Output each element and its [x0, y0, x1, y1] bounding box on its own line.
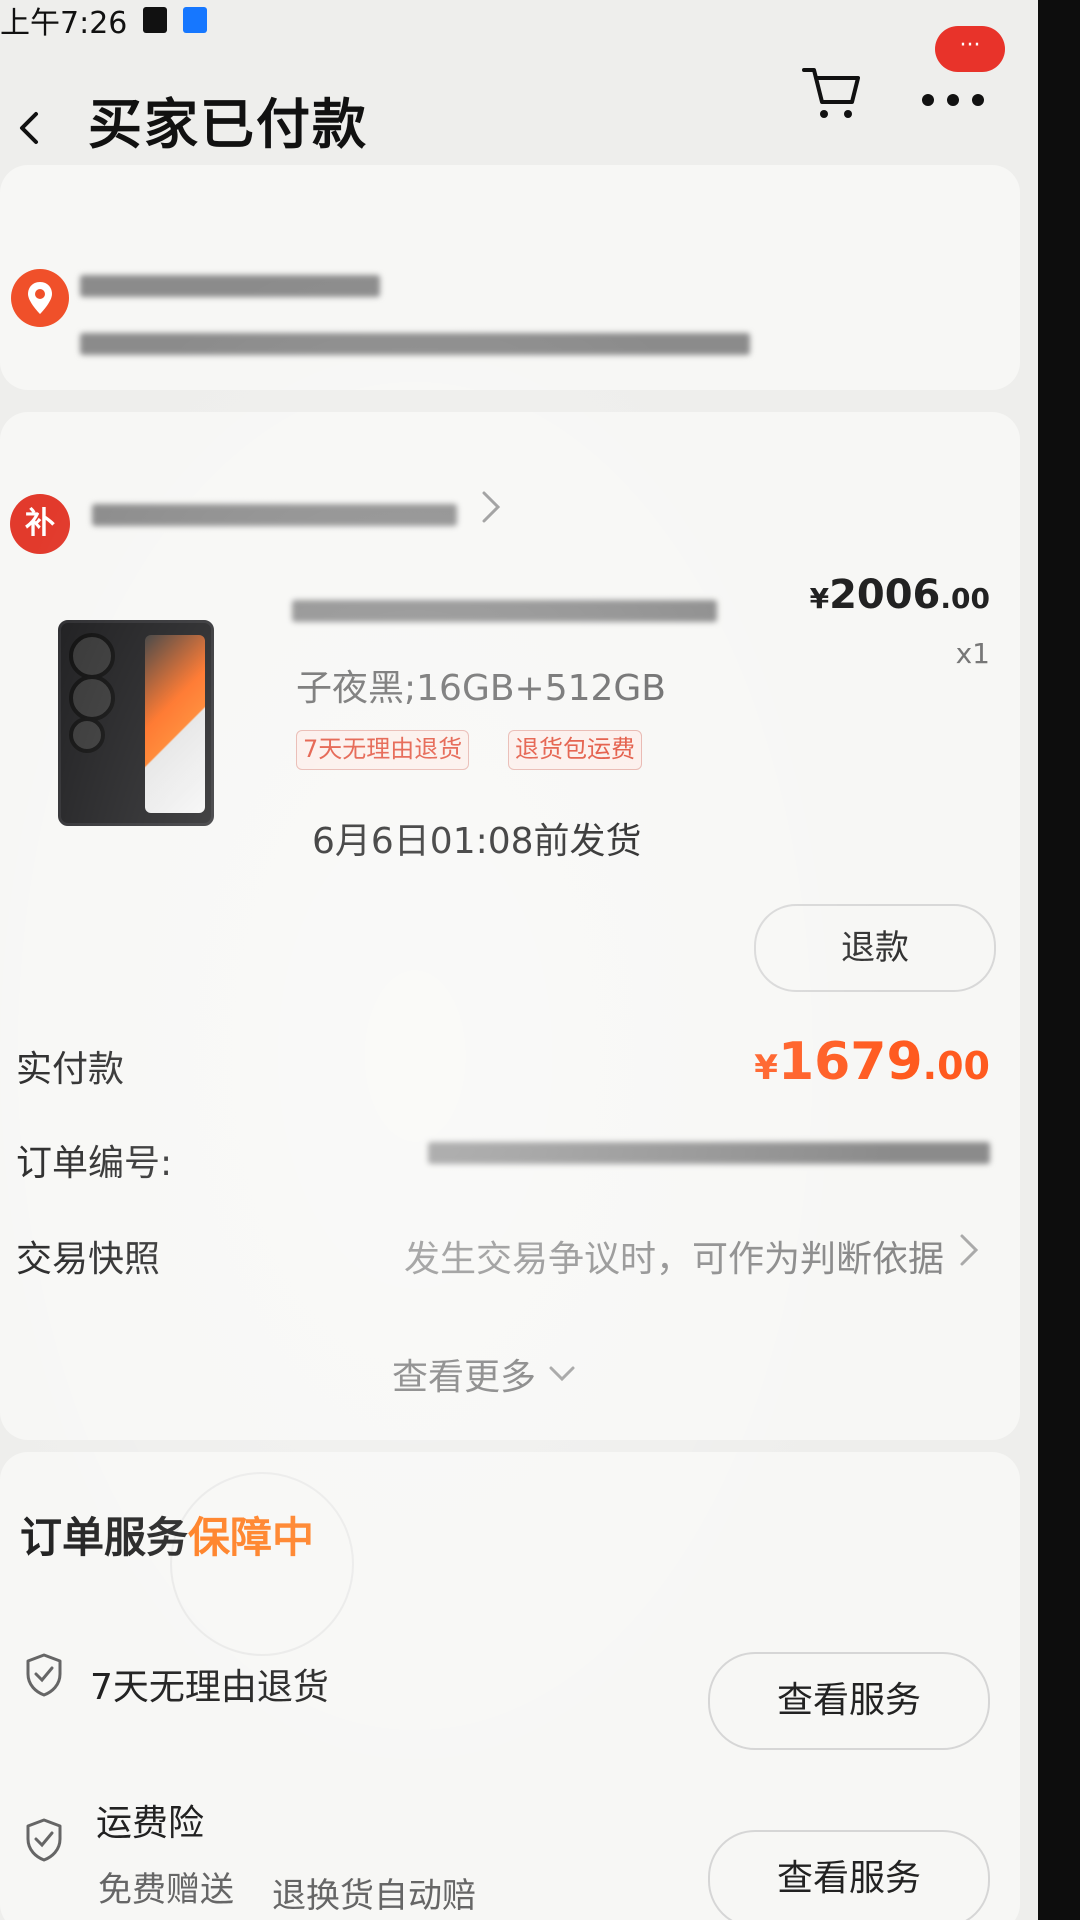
tag-return-shipping: 退货包运费	[508, 730, 642, 770]
status-bar: 上午7:26	[0, 0, 400, 41]
order-detail-screen: 上午7:26 买家已付款 ··· 补 ¥2006.00 x1 子夜黑;16GB+…	[0, 0, 1038, 1920]
product-title-redacted[interactable]	[292, 600, 717, 622]
paid-label: 实付款	[16, 1049, 125, 1090]
address-card[interactable]	[0, 165, 1020, 390]
more-dots-icon[interactable]	[918, 80, 988, 120]
shield-check-icon	[24, 1817, 64, 1863]
service-item-sub: 退换货自动赔	[272, 1876, 476, 1916]
order-card: 补 ¥2006.00 x1 子夜黑;16GB+512GB 7天无理由退货 退货包…	[0, 412, 1020, 1440]
status-time: 上午7:26	[0, 6, 128, 41]
alipay-icon	[183, 7, 208, 33]
nav-bar: 买家已付款 ···	[0, 26, 1038, 180]
service-item-sub: 免费赠送	[98, 1870, 234, 1910]
view-service-button[interactable]: 查看服务	[708, 1652, 990, 1750]
product-image[interactable]	[58, 620, 214, 826]
chevron-right-icon[interactable]	[478, 487, 504, 527]
ship-time: 6月6日01:08前发货	[312, 821, 642, 862]
snapshot-label: 交易快照	[16, 1239, 161, 1280]
order-number-redacted[interactable]	[428, 1142, 990, 1164]
service-item-label: 7天无理由退货	[90, 1667, 329, 1708]
refund-button[interactable]: 退款	[754, 904, 996, 992]
see-more-button[interactable]: 查看更多	[392, 1348, 576, 1400]
device-edge	[1038, 0, 1080, 1920]
service-card: 订单服务保障中 7天无理由退货 查看服务 运费险 免费赠送 退换货自动赔 查看服…	[0, 1452, 1020, 1920]
shop-name-redacted[interactable]	[92, 504, 457, 526]
tag-7day-return: 7天无理由退货	[296, 730, 470, 770]
snapshot-description[interactable]: 发生交易争议时，可作为判断依据	[404, 1230, 944, 1282]
product-sku: 子夜黑;16GB+512GB	[296, 668, 667, 709]
chevron-right-icon[interactable]	[956, 1230, 982, 1270]
shield-check-icon	[24, 1652, 64, 1698]
service-title: 订单服务保障中	[20, 1513, 315, 1562]
message-badge[interactable]: ···	[935, 26, 1005, 72]
cart-icon[interactable]	[800, 60, 864, 124]
paid-amount: ¥1679.00	[754, 1032, 990, 1092]
service-item-label: 运费险	[96, 1803, 205, 1844]
order-number-label: 订单编号:	[16, 1143, 173, 1184]
page-title: 买家已付款	[88, 93, 368, 156]
location-pin-icon	[10, 268, 70, 328]
product-price: ¥2006.00	[809, 572, 990, 618]
see-more-label: 查看更多	[392, 1357, 537, 1398]
address-redacted	[80, 333, 750, 355]
product-quantity: x1	[955, 637, 990, 670]
chevron-down-icon	[549, 1366, 575, 1382]
trash-icon	[143, 7, 168, 33]
shop-badge-icon: 补	[10, 494, 70, 554]
recipient-name-redacted	[80, 275, 380, 297]
view-service-button[interactable]: 查看服务	[708, 1830, 990, 1920]
chevron-left-icon[interactable]	[12, 110, 48, 146]
